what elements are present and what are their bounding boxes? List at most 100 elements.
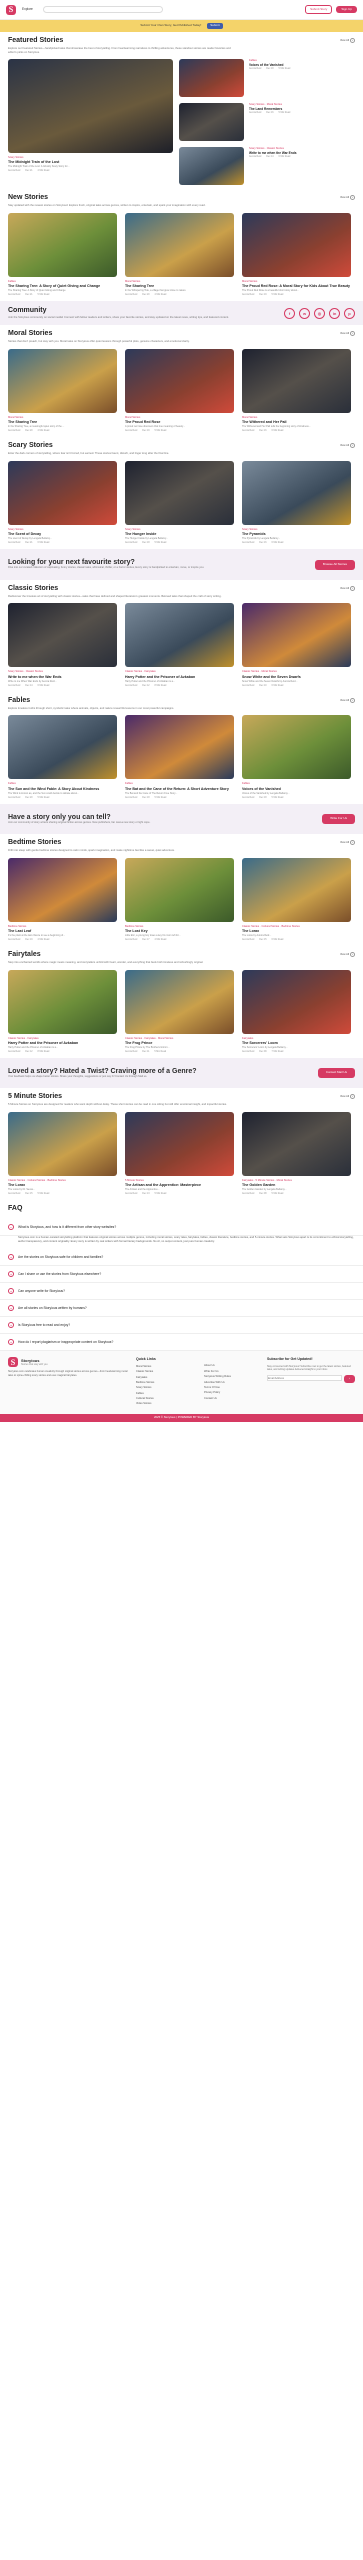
faq-question[interactable]: + Is Storyious free to read and enjoy? (0, 1317, 363, 1335)
footer-link[interactable]: Video Stories (136, 1402, 196, 1405)
footer-link[interactable]: Privacy Policy (204, 1391, 259, 1394)
faq-question[interactable]: + Are all stories on Storyious written by… (0, 1300, 363, 1318)
story-title: The Lorax (242, 928, 260, 933)
footer-link[interactable]: Advertise With Us (204, 1381, 259, 1384)
cta-desc: Join our community of story writers shar… (8, 820, 151, 824)
section-desc: 5 Minute Stories on Storyious are design… (8, 1103, 228, 1107)
view-all-link[interactable]: View All › (340, 331, 355, 337)
story-card[interactable]: Scary Stories The Scent of Decay The scent… (8, 460, 117, 545)
story-card[interactable]: Fables The Sharing Tree: A Story of Quiet… (8, 212, 117, 297)
story-date: Dec 17 (142, 939, 150, 942)
sign-up-button[interactable]: Sign Up (336, 5, 357, 14)
site-logo[interactable]: S (6, 4, 16, 15)
facebook-icon[interactable]: f (284, 307, 295, 319)
featured-side-card[interactable]: Fables Voices of the Vanished Aurora Reid D… (179, 59, 355, 97)
story-card[interactable]: Fables Voices of the Vanished Voices of th… (242, 715, 351, 799)
story-card[interactable]: Fairytales The Sorcerers' Loom The Sorcere… (242, 969, 351, 1054)
author-name: Aurora Reid (125, 1193, 138, 1196)
story-card[interactable]: Moral Stories The Proud Red Rose A proud r… (125, 348, 234, 433)
footer-link[interactable]: Fairytales (136, 1376, 196, 1379)
story-card[interactable]: Moral Stories The Withered and Her Pail Th… (242, 348, 351, 433)
story-card[interactable]: Fairytales · 5 Minute Stories · Moral St… (242, 1111, 351, 1196)
view-all-link[interactable]: View All › (340, 38, 355, 43)
subscribe-button[interactable]: › (344, 1375, 355, 1384)
cta-button[interactable]: Contact Mail Us (317, 1068, 355, 1079)
story-subtitle: The Sharing Tree: A Story of Quiet Givin… (8, 288, 66, 292)
story-card[interactable]: Scary Stories The Pyramids The Pyramids by… (242, 460, 351, 545)
footer-link[interactable]: Bedtime Stories (136, 1381, 196, 1384)
story-date: Dec 14 (25, 684, 33, 687)
footer-link[interactable]: Fables (136, 1392, 196, 1395)
story-card[interactable]: Scary Stories · Classic Stories Write to … (8, 603, 117, 687)
search-input[interactable] (42, 6, 163, 13)
footer-link[interactable]: Scary Stories (136, 1386, 196, 1389)
story-card[interactable]: Bedtime Stories The Last Leaf It's the pla… (8, 857, 117, 942)
view-all-link[interactable]: View All › (340, 195, 355, 200)
story-card[interactable]: 5 Minute Stories The Artisan and the Appr… (125, 1111, 234, 1196)
story-title: The Midnight Train of the Lost (8, 160, 60, 165)
footer-link[interactable]: Moral Stories (136, 1365, 196, 1368)
cta-button[interactable]: Write For Us (322, 813, 355, 824)
view-all-link[interactable]: View All › (340, 443, 355, 449)
story-title: The Sharing Tree (125, 283, 155, 288)
story-card[interactable]: Moral Stories The Proud Red Rose: A Moral… (242, 212, 351, 297)
cta-title: Loved a story? Hated a Twist? Craving mo… (8, 1068, 197, 1075)
story-card[interactable]: Fables The Bat and the Cane of the Return… (125, 715, 234, 799)
story-card[interactable]: Scary Stories The Hunger Inside The Hunger… (125, 460, 234, 545)
story-category: Bedtime Stories (125, 924, 144, 928)
explore-menu[interactable]: Explore (22, 7, 33, 11)
footer-logo[interactable]: S (8, 1357, 18, 1368)
linkedin-icon[interactable]: in (329, 307, 340, 319)
footer-link[interactable]: Terms Of Use (204, 1386, 259, 1389)
faq-question[interactable]: + Can I share or use the stories from Sto… (0, 1266, 363, 1284)
arrow-right-icon: › (350, 331, 355, 337)
story-meta: Aurora Reid Dec 21 6 Min Read (8, 542, 117, 545)
story-subtitle: The Pyramids by Lengela Bellamy... (242, 537, 281, 541)
story-card[interactable]: Classic Stories · Fairytales · Moral Sto… (125, 969, 234, 1054)
footer-link[interactable]: About Us (204, 1364, 259, 1367)
faq-question[interactable]: + Can anyone write for Storyious? (0, 1283, 363, 1301)
view-all-link[interactable]: View All › (340, 1094, 355, 1100)
read-time: 6 Min Read (271, 542, 284, 545)
story-card[interactable]: Classic Stories · Fairytales Harry Potter… (125, 603, 234, 687)
view-all-link[interactable]: View All › (340, 585, 355, 591)
story-title: The Scent of Decay (8, 532, 42, 537)
story-meta: Aurora Reid Dec 18 5 Min Read (125, 797, 234, 800)
story-date: Dec 19 (25, 939, 33, 942)
faq-question[interactable]: − What is Storyious, and how is it differ… (0, 1219, 363, 1237)
banner-submit-button[interactable]: Submit (207, 22, 223, 30)
pinterest-icon[interactable]: p (344, 307, 355, 319)
read-time: 5 Min Read (154, 542, 167, 545)
story-card[interactable]: Classic Stories · Fairytales Harry Potter… (8, 969, 117, 1054)
footer-link[interactable]: Contact Us (204, 1397, 259, 1400)
story-card[interactable]: Moral Stories The Sharing Tree In the Whis… (125, 212, 234, 297)
instagram-icon[interactable]: ◎ (314, 307, 325, 319)
story-card[interactable]: Bedtime Stories The Lost Key Little Eric, … (125, 857, 234, 942)
email-field[interactable] (267, 1375, 342, 1382)
cta-band: Looking for your next favourite story? Di… (0, 549, 363, 580)
featured-main-card[interactable]: Scary Stories The Midnight Train of the … (8, 59, 173, 185)
footer-link[interactable]: Write For Us (204, 1370, 259, 1373)
faq-section: FAQ (0, 1200, 363, 1219)
view-all-link[interactable]: View All › (340, 952, 355, 958)
faq-question[interactable]: + How do I report plagiarism or inappropr… (0, 1334, 363, 1352)
story-section: Moral Stories View All › Stories that don'… (0, 325, 363, 437)
footer-link[interactable]: Storyious Writing Rules (204, 1375, 259, 1378)
footer-link[interactable]: Cultural Stories (136, 1397, 196, 1400)
story-card[interactable]: Classic Stories · Moral Stories Snow Whit… (242, 603, 351, 687)
story-card[interactable]: Fables The Sun and the Wind Fable: A Stor… (8, 715, 117, 799)
footer-link[interactable]: Classic Stories (136, 1370, 196, 1373)
featured-side-card[interactable]: Scary Stories · Moral Stories The Land Re… (179, 103, 355, 141)
story-card[interactable]: Moral Stories The Sharing Tree In the Shar… (8, 348, 117, 433)
section-title: Featured Stories (8, 37, 64, 44)
story-card[interactable]: Classic Stories · Cultural Stories · Bed… (242, 857, 351, 942)
featured-side-card[interactable]: Scary Stories · Classic Stories Write to … (179, 147, 355, 185)
whatsapp-icon[interactable]: w (299, 307, 310, 319)
author-name: Aurora Reid (8, 293, 21, 296)
submit-story-button[interactable]: Submit Story (305, 5, 333, 14)
view-all-link[interactable]: View All › (340, 697, 355, 703)
cta-button[interactable]: Browse All Stories (314, 559, 355, 570)
faq-question[interactable]: + Are the stories on Storyious safe for c… (0, 1249, 363, 1267)
view-all-link[interactable]: View All › (340, 840, 355, 846)
story-card[interactable]: Classic Stories · Cultural Stories · Bed… (8, 1111, 117, 1196)
